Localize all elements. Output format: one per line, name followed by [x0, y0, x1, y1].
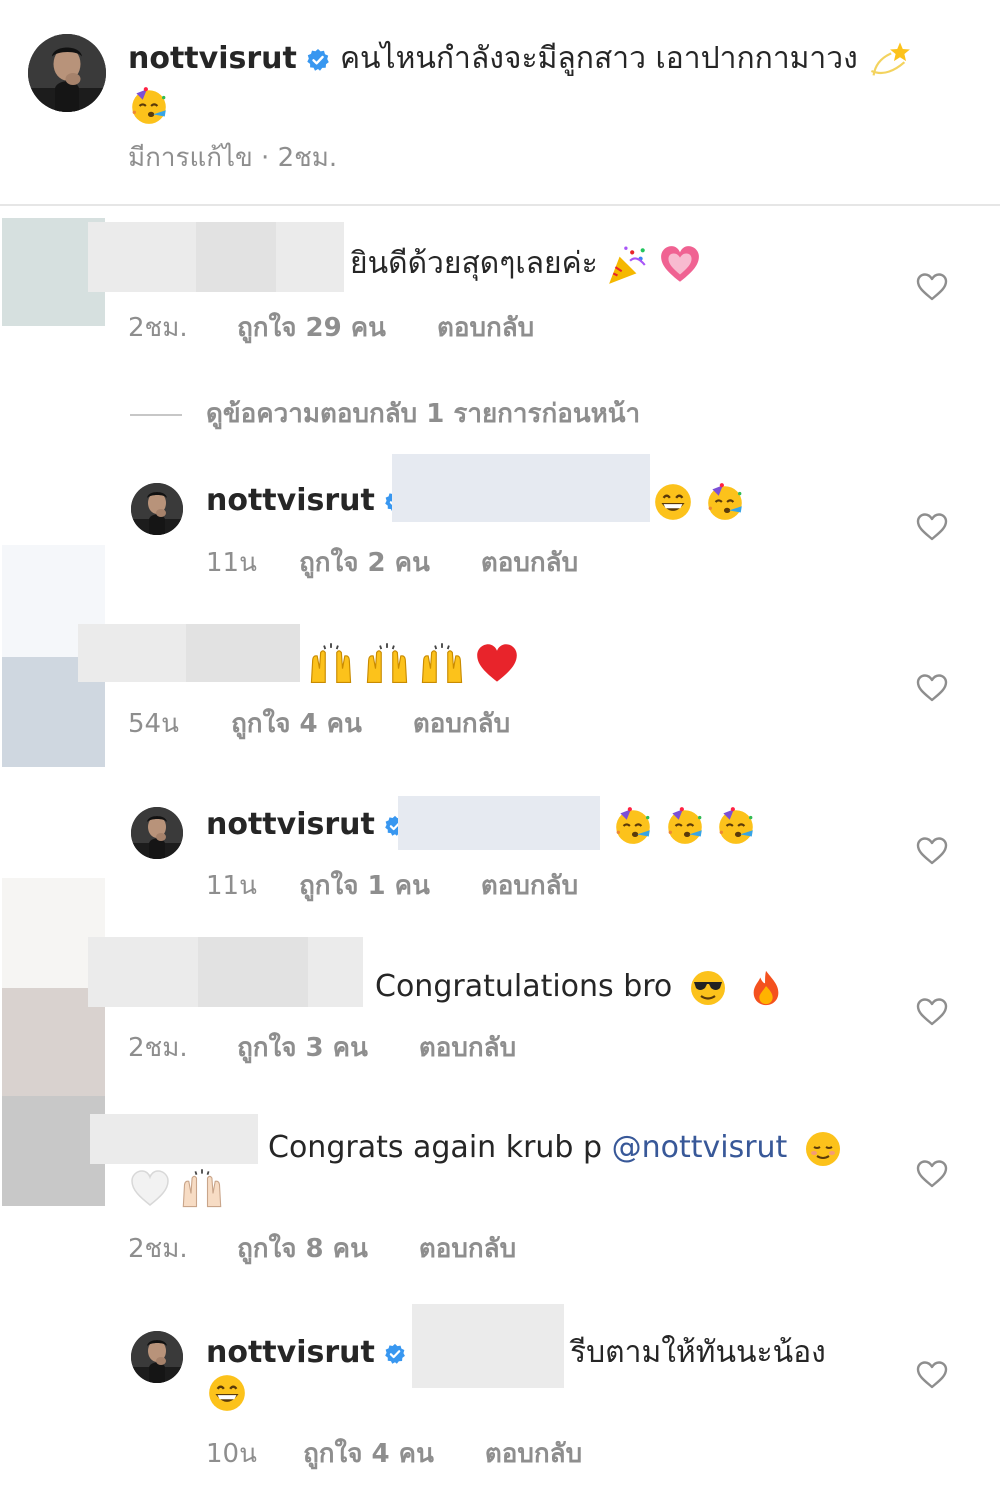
- blurred-mention: [398, 796, 600, 850]
- fire-emoji: [747, 969, 785, 1007]
- post-caption: nottvisrut คนไหนกำลังจะมีลูกสาว เอาปากกา…: [0, 0, 1000, 206]
- raising-hands-emoji: [364, 641, 410, 687]
- comment-time: 10น: [206, 1439, 257, 1469]
- caption-time: 2ชม.: [277, 143, 338, 173]
- partying-face-emoji: [128, 85, 170, 127]
- comment-emojis: [130, 1166, 224, 1211]
- comment-time: 11น: [206, 548, 257, 578]
- username[interactable]: nottvisrut: [128, 41, 297, 76]
- likes-count[interactable]: ถูกใจ 1 คน: [299, 865, 430, 906]
- comment-time: 2ชม.: [128, 1234, 188, 1264]
- raising-hands-emoji: [308, 641, 354, 687]
- comment-text: รีบตามให้ทันนะน้อง: [570, 1335, 826, 1370]
- party-popper-emoji: [607, 244, 649, 286]
- reply-button[interactable]: ตอบกลับ: [419, 1228, 516, 1269]
- comment-meta: 2ชม. ถูกใจ 3 คน ตอบกลับ: [128, 1027, 516, 1068]
- white-heart-emoji: [130, 1169, 170, 1209]
- partying-face-emoji: [715, 805, 757, 847]
- blurred-username: [88, 222, 344, 292]
- red-heart-emoji: [475, 642, 519, 686]
- reply-button[interactable]: ตอบกลับ: [413, 703, 510, 744]
- comment-text: ยินดีด้วยสุดๆเลยค่ะ: [350, 242, 701, 286]
- sparkling-heart-emoji: [659, 244, 701, 286]
- avatar[interactable]: [131, 483, 183, 535]
- likes-count[interactable]: ถูกใจ 3 คน: [237, 1027, 368, 1068]
- comment-meta: 11น ถูกใจ 2 คน ตอบกลับ: [206, 542, 578, 583]
- comment-text: nottvisrut: [206, 803, 406, 847]
- blurred-username: [78, 624, 300, 682]
- reply-button[interactable]: ตอบกลับ: [437, 307, 534, 348]
- comment-text: nottvisrut: [206, 479, 406, 523]
- caption-meta: มีการแก้ไข · 2ชม.: [128, 143, 338, 173]
- verified-badge-icon: [384, 1343, 406, 1365]
- comment-time: 54น: [128, 709, 179, 739]
- partying-face-emoji: [664, 805, 706, 847]
- heart-outline-icon[interactable]: [916, 997, 948, 1027]
- view-previous-replies[interactable]: ดูข้อความตอบกลับ 1 รายการก่อนหน้า: [130, 393, 640, 434]
- comment-meta: 2ชม. ถูกใจ 29 คน ตอบกลับ: [128, 307, 534, 348]
- caption-text: nottvisrut คนไหนกำลังจะมีลูกสาว เอาปากกา…: [128, 36, 948, 128]
- likes-count[interactable]: ถูกใจ 4 คน: [303, 1433, 434, 1474]
- heart-outline-icon[interactable]: [916, 1159, 948, 1189]
- blurred-username: [90, 1114, 258, 1164]
- reply-button[interactable]: ตอบกลับ: [419, 1027, 516, 1068]
- blurred-username: [88, 937, 363, 1007]
- comment-meta: 10น ถูกใจ 4 คน ตอบกลับ: [206, 1433, 582, 1474]
- caption-body: คนไหนกำลังจะมีลูกสาว เอาปากกามาวง: [339, 41, 858, 76]
- comment-time: 2ชม.: [128, 313, 188, 343]
- comment-text: Congratulations bro: [375, 965, 785, 1009]
- edited-label: มีการแก้ไข: [128, 143, 253, 173]
- heart-outline-icon[interactable]: [916, 836, 948, 866]
- smiling-face-emoji: [803, 1129, 843, 1169]
- comment-meta: 54น ถูกใจ 4 คน ตอบกลับ: [128, 703, 510, 744]
- grinning-face-emoji: [652, 481, 694, 523]
- comment-text: Congrats again krub p @nottvisrut: [268, 1126, 843, 1170]
- mention-link[interactable]: @nottvisrut: [612, 1130, 788, 1165]
- blurred-mention: [412, 1304, 564, 1388]
- reply-button[interactable]: ตอบกลับ: [481, 542, 578, 583]
- avatar[interactable]: [131, 1331, 183, 1383]
- comment-text: nottvisrut: [206, 1331, 406, 1375]
- avatar[interactable]: [28, 34, 106, 112]
- likes-count[interactable]: ถูกใจ 29 คน: [237, 307, 386, 348]
- grinning-face-emoji: [206, 1372, 248, 1414]
- partying-face-emoji: [612, 805, 654, 847]
- heart-outline-icon[interactable]: [916, 673, 948, 703]
- verified-badge-icon: [306, 48, 330, 72]
- raising-hands-emoji: [180, 1167, 224, 1211]
- partying-face-emoji: [704, 481, 746, 523]
- raising-hands-emoji: [419, 641, 465, 687]
- username[interactable]: nottvisrut: [206, 1335, 375, 1370]
- comment-emojis: [652, 479, 746, 523]
- heart-outline-icon[interactable]: [916, 512, 948, 542]
- reply-button[interactable]: ตอบกลับ: [481, 865, 578, 906]
- comment-meta: 11น ถูกใจ 1 คน ตอบกลับ: [206, 865, 578, 906]
- likes-count[interactable]: ถูกใจ 4 คน: [231, 703, 362, 744]
- heart-outline-icon[interactable]: [916, 272, 948, 302]
- sunglasses-face-emoji: [688, 968, 728, 1008]
- comment-emojis: [308, 641, 519, 687]
- reply-button[interactable]: ตอบกลับ: [485, 1433, 582, 1474]
- comment-emojis: [206, 1370, 248, 1414]
- comment-time: 11น: [206, 871, 257, 901]
- likes-count[interactable]: ถูกใจ 8 คน: [237, 1228, 368, 1269]
- comment-time: 2ชม.: [128, 1033, 188, 1063]
- avatar[interactable]: [131, 807, 183, 859]
- likes-count[interactable]: ถูกใจ 2 คน: [299, 542, 430, 583]
- blurred-mention: [392, 454, 650, 522]
- comment-meta: 2ชม. ถูกใจ 8 คน ตอบกลับ: [128, 1228, 516, 1269]
- comment-emojis: [612, 803, 757, 847]
- username[interactable]: nottvisrut: [206, 483, 375, 518]
- divider: [130, 413, 182, 416]
- username[interactable]: nottvisrut: [206, 807, 375, 842]
- heart-outline-icon[interactable]: [916, 1360, 948, 1390]
- dizzy-emoji: [867, 38, 911, 82]
